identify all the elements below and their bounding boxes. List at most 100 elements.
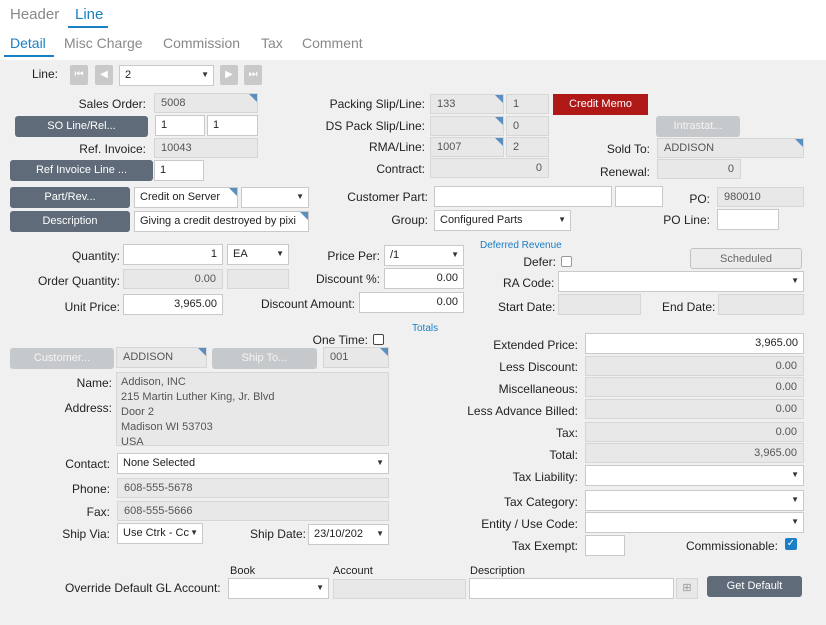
gl-description-input[interactable] — [469, 578, 674, 599]
book-select[interactable] — [228, 578, 329, 599]
rma-label: RMA/Line: — [368, 140, 425, 154]
sold-to-field: ADDISON — [657, 138, 804, 158]
so-line-input[interactable]: 1 — [155, 115, 205, 136]
override-gl-label: Override Default GL Account: — [65, 581, 221, 595]
tab-line[interactable]: Line — [75, 6, 103, 23]
total-label: Total: — [549, 448, 578, 462]
price-per-label: Price Per: — [327, 249, 380, 263]
tab-detail[interactable]: Detail — [10, 35, 46, 51]
tab-tax[interactable]: Tax — [261, 35, 283, 51]
previous-record-icon[interactable]: ◀ — [95, 65, 113, 85]
ship-via-label: Ship Via: — [62, 527, 110, 541]
discount-amount-label: Discount Amount: — [260, 297, 355, 311]
po-label: PO: — [689, 192, 710, 206]
miscellaneous-field: 0.00 — [585, 377, 804, 397]
address-block: Addison, INC 215 Martin Luther King, Jr.… — [116, 372, 389, 448]
part-rev-button[interactable]: Part/Rev... — [10, 187, 130, 208]
packing-slip-field: 133 — [430, 94, 504, 114]
part-rev-select[interactable] — [241, 187, 309, 208]
fax-label: Fax: — [86, 505, 110, 519]
defer-label: Defer: — [523, 255, 556, 269]
tab-commission[interactable]: Commission — [163, 35, 240, 51]
tab-misc-charge[interactable]: Misc Charge — [64, 35, 143, 51]
get-default-button[interactable]: Get Default — [707, 576, 802, 597]
account-column-header: Account — [333, 565, 373, 577]
credit-memo-button[interactable]: Credit Memo — [553, 94, 648, 115]
commissionable-label: Commissionable: — [685, 539, 778, 553]
intrastat-button[interactable]: Intrastat... — [656, 116, 740, 137]
discount-pct-label: Discount %: — [315, 272, 380, 286]
tax-category-select[interactable] — [585, 490, 804, 511]
start-date-field — [558, 294, 641, 315]
description-button[interactable]: Description — [10, 211, 130, 232]
description-input[interactable]: Giving a credit destroyed by pixi — [134, 211, 309, 232]
customer-part-input[interactable] — [434, 186, 612, 207]
commissionable-checkbox[interactable]: ✓ — [785, 538, 797, 550]
less-discount-field: 0.00 — [585, 356, 804, 376]
address-line: 215 Martin Luther King, Jr. Blvd — [121, 391, 275, 403]
sales-order-label: Sales Order: — [78, 97, 146, 111]
line-label: Line: — [31, 67, 58, 81]
total-field: 3,965.00 — [585, 443, 804, 463]
tab-bar: Header Line Detail Misc Charge Commissio… — [0, 0, 826, 60]
customer-button[interactable]: Customer... — [10, 348, 114, 369]
gl-lookup-icon[interactable]: ⊞ — [676, 578, 698, 599]
tab-header[interactable]: Header — [10, 6, 59, 23]
less-advance-billed-label: Less Advance Billed: — [467, 404, 578, 418]
ship-to-button[interactable]: Ship To... — [212, 348, 317, 369]
po-line-input[interactable] — [717, 209, 779, 230]
tax-exempt-label: Tax Exempt: — [511, 539, 578, 553]
tax-liability-select[interactable] — [585, 465, 804, 486]
ds-pack-slip-field — [430, 116, 504, 136]
quantity-input[interactable]: 1 — [123, 244, 223, 265]
sales-order-field: 5008 — [154, 93, 258, 113]
ref-invoice-label: Ref. Invoice: — [79, 142, 146, 156]
ref-invoice-line-input[interactable]: 1 — [154, 160, 204, 181]
tab-detail-underline — [4, 55, 54, 57]
next-record-icon[interactable]: ▶ — [220, 65, 238, 85]
group-select[interactable]: Configured Parts — [434, 210, 571, 231]
first-record-icon[interactable]: ⏮ — [70, 65, 88, 85]
discount-pct-input[interactable]: 0.00 — [384, 268, 464, 289]
ship-date-input[interactable]: 23/10/202 — [308, 524, 389, 545]
price-per-select[interactable]: /1 — [384, 245, 464, 266]
tax-label: Tax: — [555, 426, 578, 440]
account-field — [333, 579, 466, 599]
contract-label: Contract: — [376, 162, 425, 176]
address-label: Address: — [64, 401, 112, 415]
miscellaneous-label: Miscellaneous: — [498, 382, 578, 396]
tab-comment[interactable]: Comment — [302, 35, 363, 51]
contract-field: 0 — [430, 158, 549, 178]
so-line-rel-button[interactable]: SO Line/Rel... — [15, 116, 148, 137]
deferred-revenue-heading: Deferred Revenue — [480, 240, 562, 251]
ship-via-select[interactable]: Use Ctrk - Cc — [117, 523, 203, 544]
unit-price-label: Unit Price: — [64, 300, 120, 314]
unit-price-input[interactable]: 3,965.00 — [123, 294, 223, 315]
packing-line-field: 1 — [506, 94, 549, 114]
ref-invoice-line-button[interactable]: Ref Invoice Line ... — [10, 160, 153, 181]
customer-name: Addison, INC — [121, 376, 186, 388]
order-quantity-field: 0.00 — [123, 269, 223, 289]
defer-checkbox[interactable] — [561, 256, 572, 267]
line-select[interactable]: 2 — [119, 65, 214, 86]
so-rel-input[interactable]: 1 — [207, 115, 258, 136]
sold-to-label: Sold To: — [606, 142, 650, 156]
address-line: Madison WI 53703 — [121, 421, 213, 433]
less-advance-billed-field: 0.00 — [585, 399, 804, 419]
end-date-label: End Date: — [662, 300, 716, 314]
uom-select[interactable]: EA — [227, 244, 289, 265]
contact-select[interactable]: None Selected — [117, 453, 389, 474]
scheduled-button[interactable]: Scheduled — [690, 248, 802, 269]
part-input[interactable]: Credit on Server — [134, 187, 238, 208]
ds-pack-slip-label: DS Pack Slip/Line: — [325, 119, 425, 133]
extended-price-input[interactable]: 3,965.00 — [585, 333, 804, 354]
description-column-header: Description — [470, 565, 526, 577]
entity-use-code-select[interactable] — [585, 512, 804, 533]
ra-code-select[interactable] — [558, 271, 804, 292]
one-time-checkbox[interactable] — [373, 334, 384, 345]
last-record-icon[interactable]: ⏭ — [244, 65, 262, 85]
ref-invoice-field: 10043 — [154, 138, 258, 158]
discount-amount-input[interactable]: 0.00 — [359, 292, 464, 313]
fax-field: 608-555-5666 — [117, 501, 389, 521]
tax-exempt-input[interactable] — [585, 535, 625, 556]
